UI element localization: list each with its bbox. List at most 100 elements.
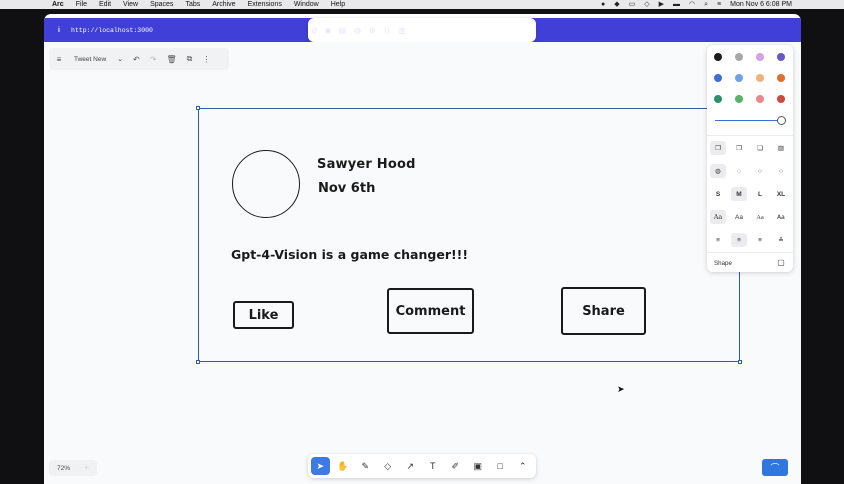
page-name[interactable]: Tweet New bbox=[74, 56, 106, 63]
size-l[interactable]: L bbox=[752, 187, 768, 201]
note-tool-icon[interactable]: ✐ bbox=[446, 457, 465, 475]
palette-icon[interactable]: ◍ bbox=[354, 26, 361, 35]
font-mono[interactable]: Aa bbox=[773, 210, 789, 224]
color-swatch[interactable] bbox=[735, 53, 743, 61]
zoom-control[interactable]: 72% ⁘ bbox=[49, 460, 97, 476]
post-text[interactable]: Gpt-4-Vision is a game changer!!! bbox=[231, 247, 468, 262]
record-icon[interactable]: ● bbox=[601, 0, 605, 9]
fill-pattern-icon[interactable]: ▨ bbox=[773, 141, 789, 155]
align-justify-icon[interactable]: ≚ bbox=[773, 233, 789, 247]
menu-file[interactable]: File bbox=[76, 1, 87, 8]
fill-solid-icon[interactable]: ❏ bbox=[752, 141, 768, 155]
menu-spaces[interactable]: Spaces bbox=[150, 1, 173, 8]
hand-tool-icon[interactable]: ✋ bbox=[334, 457, 353, 475]
dash-draw-icon[interactable]: ◍ bbox=[710, 164, 726, 178]
url-text[interactable]: http://localhost:3000 bbox=[71, 27, 153, 34]
selection-handle-bottom-right[interactable] bbox=[738, 360, 742, 364]
code-icon[interactable]: ⟨⟩ bbox=[384, 26, 390, 35]
search-icon[interactable]: ⌕ bbox=[704, 0, 708, 9]
camera-icon[interactable]: ◙ bbox=[326, 26, 331, 35]
menu-extensions[interactable]: Extensions bbox=[248, 1, 282, 8]
font-draw[interactable]: Aa bbox=[710, 210, 726, 224]
font-serif[interactable]: Aa bbox=[752, 210, 768, 224]
menubar-left: Arc File Edit View Spaces Tabs Archive E… bbox=[0, 1, 357, 8]
size-xl[interactable]: XL bbox=[773, 187, 789, 201]
font-sans[interactable]: Aa bbox=[731, 210, 747, 224]
text-tool-icon[interactable]: T bbox=[424, 457, 443, 475]
menu-help[interactable]: Help bbox=[331, 1, 345, 8]
avatar-circle[interactable] bbox=[232, 150, 300, 218]
minimap-toggle-icon[interactable]: ⁘ bbox=[84, 464, 89, 472]
duplicate-icon[interactable]: ⧉ bbox=[187, 54, 193, 64]
info-icon[interactable]: i bbox=[54, 27, 64, 34]
size-m[interactable]: M bbox=[731, 187, 747, 201]
undo-icon[interactable]: ↶ bbox=[133, 55, 140, 64]
arrow-tool-icon[interactable]: ↗ bbox=[401, 457, 420, 475]
author-name[interactable]: Sawyer Hood bbox=[317, 157, 416, 172]
split-view-icon[interactable]: ▥ bbox=[398, 26, 406, 35]
dash-dotted-icon[interactable]: ○ bbox=[752, 164, 768, 178]
color-swatch[interactable] bbox=[756, 95, 764, 103]
clipboard-icon[interactable]: ▭ bbox=[629, 0, 636, 9]
color-swatch[interactable] bbox=[714, 74, 722, 82]
make-real-button[interactable]: ⌒ bbox=[762, 459, 788, 476]
play-icon[interactable]: ▶ bbox=[659, 0, 664, 9]
color-swatch[interactable] bbox=[756, 53, 764, 61]
size-s[interactable]: S bbox=[710, 187, 726, 201]
shape-dropdown-icon[interactable]: ▢ bbox=[773, 255, 789, 269]
align-right-icon[interactable]: ≡ bbox=[752, 233, 768, 247]
more-tools-chevron-icon[interactable]: ⌃ bbox=[514, 457, 533, 475]
battery-icon[interactable]: ▬ bbox=[673, 0, 680, 9]
rectangle-tool-icon[interactable]: □ bbox=[491, 457, 510, 475]
dash-solid-icon[interactable]: ○ bbox=[773, 164, 789, 178]
target-icon[interactable]: ⊕ bbox=[369, 26, 376, 35]
align-left-icon[interactable]: ≡ bbox=[710, 233, 726, 247]
url-bar: i http://localhost:3000 ⊘ ◙ ▤ ◍ ⊕ ⟨⟩ ▥ bbox=[44, 18, 801, 42]
redo-icon[interactable]: ↷ bbox=[150, 55, 157, 64]
menu-window[interactable]: Window bbox=[294, 1, 319, 8]
color-swatch[interactable] bbox=[714, 95, 722, 103]
share-button-sketch[interactable]: Share bbox=[561, 287, 646, 335]
dropbox-icon[interactable]: ◆ bbox=[614, 0, 619, 9]
post-date[interactable]: Nov 6th bbox=[318, 181, 375, 196]
reader-icon[interactable]: ▤ bbox=[339, 26, 347, 35]
menu-tabs[interactable]: Tabs bbox=[185, 1, 200, 8]
dash-dashed-icon[interactable]: ◌ bbox=[731, 164, 747, 178]
selection-handle-bottom-left[interactable] bbox=[196, 360, 200, 364]
menubar-datetime[interactable]: Mon Nov 6 6:08 PM bbox=[730, 1, 792, 8]
color-swatch[interactable] bbox=[735, 74, 743, 82]
menubar-app-name[interactable]: Arc bbox=[52, 1, 64, 8]
zoom-level[interactable]: 72% bbox=[57, 465, 70, 472]
fill-none-icon[interactable]: ❐ bbox=[710, 141, 726, 155]
menu-view[interactable]: View bbox=[123, 1, 138, 8]
main-menu-icon[interactable]: ≡ bbox=[53, 55, 65, 64]
menu-edit[interactable]: Edit bbox=[99, 1, 111, 8]
like-button-sketch[interactable]: Like bbox=[233, 301, 294, 329]
align-center-icon[interactable]: ≡ bbox=[731, 233, 747, 247]
image-tool-icon[interactable]: ▣ bbox=[469, 457, 488, 475]
drawing-canvas[interactable]: ≡ Tweet New ⌄ ↶ ↷ 🗑 ⧉ ⋮ Sawyer Hood Nov … bbox=[44, 42, 801, 484]
selection-handle-top-left[interactable] bbox=[196, 106, 200, 110]
menubar-right: ● ◆ ▭ ◇ ▶ ▬ ◠ ⌕ ≡ Mon Nov 6 6:08 PM bbox=[601, 0, 792, 9]
color-swatch[interactable] bbox=[777, 53, 785, 61]
select-tool-icon[interactable]: ➤ bbox=[311, 457, 330, 475]
opacity-slider-track[interactable] bbox=[715, 120, 779, 122]
draw-tool-icon[interactable]: ✎ bbox=[356, 457, 375, 475]
eraser-tool-icon[interactable]: ◇ bbox=[379, 457, 398, 475]
opacity-slider-handle[interactable] bbox=[777, 116, 786, 125]
more-icon[interactable]: ⋮ bbox=[202, 55, 210, 64]
menu-archive[interactable]: Archive bbox=[212, 1, 235, 8]
color-swatch[interactable] bbox=[756, 74, 764, 82]
link-icon[interactable]: ⊘ bbox=[311, 26, 318, 35]
wifi-icon[interactable]: ◠ bbox=[689, 0, 695, 9]
color-swatch[interactable] bbox=[735, 95, 743, 103]
comment-button-sketch[interactable]: Comment bbox=[387, 288, 474, 334]
chevron-down-icon[interactable]: ⌄ bbox=[117, 55, 123, 63]
color-swatch[interactable] bbox=[777, 74, 785, 82]
fill-semi-icon[interactable]: ❐ bbox=[731, 141, 747, 155]
shield-icon[interactable]: ◇ bbox=[644, 0, 649, 9]
color-swatch[interactable] bbox=[777, 95, 785, 103]
control-center-icon[interactable]: ≡ bbox=[717, 0, 721, 9]
color-swatch[interactable] bbox=[714, 53, 722, 61]
trash-icon[interactable]: 🗑 bbox=[166, 55, 176, 64]
